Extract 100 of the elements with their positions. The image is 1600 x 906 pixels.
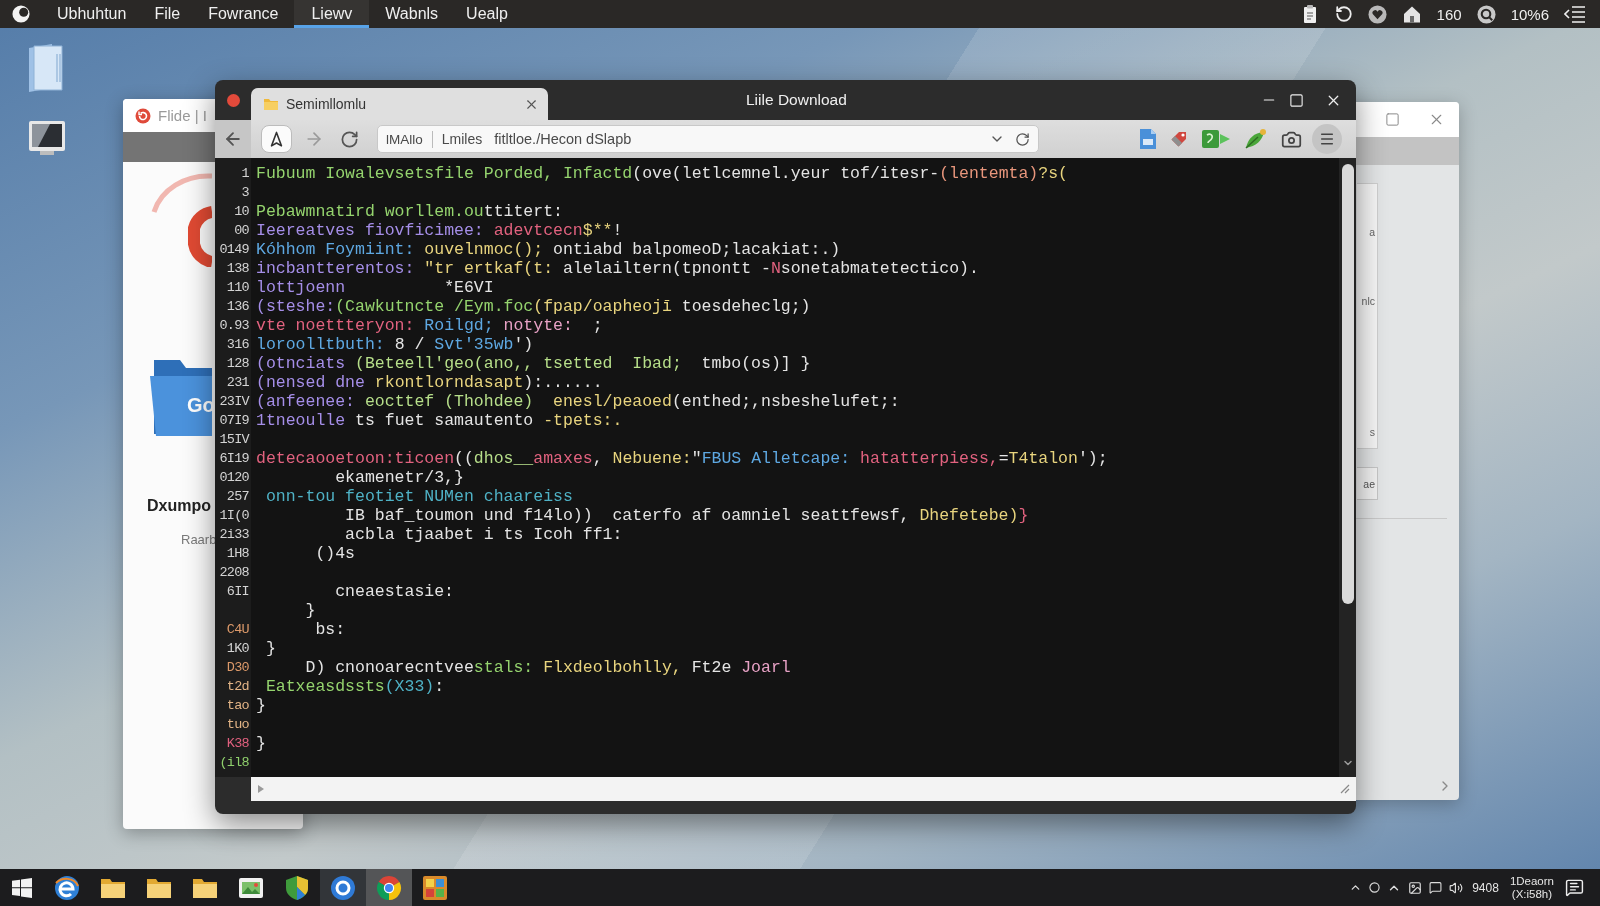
line-number: 110	[226, 279, 249, 297]
shield-icon	[284, 874, 310, 901]
line-number: (il8	[219, 754, 249, 772]
search-icon	[1476, 4, 1496, 24]
code-line: Fubuum Iowalevsetsfile Porded, Infactd(ove(letlcemnel.yeur tof/itesr-(lentemta)?s(	[256, 164, 1068, 183]
line-number: 07I9	[219, 412, 249, 430]
arc-icon	[150, 172, 212, 267]
tag-icon[interactable]	[1170, 130, 1188, 148]
code-line: D) cnonoarecntveestals: Flxdeolbohlly, Ft2e Joarl	[305, 658, 791, 677]
code-line: ekamenetr/3,}	[335, 468, 464, 487]
line-number: 1I(0	[219, 507, 249, 525]
line-number: tuo	[226, 716, 249, 734]
code-line: IB baf_toumon und f14lo)) caterfo af oamniel seattfewsf, Dhefetebe)}	[345, 506, 1029, 525]
line-number: tao	[226, 697, 249, 715]
line-number: K38	[226, 735, 249, 753]
line-number: 0149	[219, 241, 249, 259]
line-number: C4U	[226, 621, 249, 639]
code-line: }	[265, 639, 276, 658]
line-number: 3	[241, 184, 249, 202]
line-number: 1K0	[226, 640, 249, 658]
line-number: 231	[226, 374, 249, 392]
speaker-icon[interactable]	[1449, 880, 1464, 895]
panel-button[interactable]: ae	[1357, 467, 1378, 500]
tab-label: Semimllomlu	[286, 96, 367, 112]
caption: Raarb	[181, 532, 217, 547]
taskbar-button[interactable]	[320, 869, 366, 906]
window-title: Flide | I	[158, 107, 207, 124]
code-line: ()4s	[315, 544, 355, 563]
arrow-button[interactable]	[261, 125, 292, 153]
message-icon[interactable]	[1429, 881, 1443, 894]
line-number: 6II	[226, 583, 249, 601]
scrollbar[interactable]	[1339, 158, 1356, 777]
heading: Dxumpo	[147, 496, 211, 515]
circle-icon[interactable]	[1369, 882, 1381, 893]
code-line: (steshe:(Cawkutncte /Eym.foc(fpap/oapheojī toesdeheclg;)	[256, 297, 811, 316]
status-text: 160	[1436, 5, 1462, 23]
menu-button[interactable]	[1312, 124, 1342, 154]
menu-item[interactable]: Ubhuhtun	[45, 0, 139, 28]
back-icon[interactable]	[223, 129, 243, 149]
leaf-icon[interactable]	[1244, 128, 1268, 150]
panel-text: nlc	[1361, 294, 1375, 308]
document-icon[interactable]	[26, 42, 66, 94]
code-line: vte noettteryon: Roilgd; notyte: ;	[256, 316, 603, 335]
menu-item[interactable]: Uealp	[454, 0, 520, 28]
code-line: loroolltbuth: 8 / Svt'35wb')	[256, 335, 534, 354]
menu-icon	[1319, 131, 1335, 147]
menu-item[interactable]: Liewv	[294, 0, 370, 28]
color-wheel-icon	[376, 874, 402, 901]
code-line: (anfeenee: eocttef (Thohdee) enesl/peaoed(enthed;,nsbeshelufet;:	[256, 392, 900, 411]
close-dot-icon[interactable]	[226, 93, 240, 107]
resize-icon[interactable]	[1340, 784, 1350, 794]
scrollbar-thumb[interactable]	[1341, 164, 1354, 604]
panel-text: a	[1369, 225, 1375, 239]
code-line: (otnciats (Beteell'geo(ano,, tsetted Ibad; tmbo(os)] }	[256, 354, 811, 373]
line-number: t2d	[226, 678, 249, 696]
line-number: 136	[226, 298, 249, 316]
code-line: cneaestasie:	[335, 582, 455, 601]
line-number: 1H8	[226, 545, 249, 563]
image-icon[interactable]	[1408, 880, 1423, 895]
menu-item[interactable]: Fowrance	[196, 0, 291, 28]
code-line: }	[256, 734, 266, 753]
line-number: 0.93	[219, 317, 249, 335]
tray-text: 9408	[1472, 880, 1499, 895]
document-icon[interactable]	[1139, 128, 1157, 150]
arrow-icon	[268, 130, 285, 148]
monitor-icon[interactable]	[28, 120, 66, 156]
code-line: bs:	[315, 620, 346, 639]
status-text: 10%6	[1510, 5, 1549, 23]
menu-item[interactable]: File	[142, 0, 193, 28]
line-number: 0120	[219, 469, 249, 487]
sync-icon[interactable]	[1334, 5, 1353, 23]
line-number: 2208	[219, 564, 249, 582]
notification-icon[interactable]	[1565, 878, 1584, 897]
code-line: }	[305, 601, 316, 620]
code-line: lottjoenn *E6VI	[256, 278, 494, 297]
code-line: detecaooetoon:ticoen((dhos__amaxes, Nebuene:"FBUS Alletcape: hatatterpiess,=T4talon');	[256, 449, 1108, 468]
folder-icon	[263, 96, 279, 112]
browser-tab[interactable]: Semimllomlu	[251, 88, 548, 120]
code-line: acbla tjaabet i ts Icoh ff1:	[345, 525, 623, 544]
line-number: 23IV	[219, 393, 249, 411]
address-field[interactable]: lMAllo Lmiles fitltloe./Hecon dSlapb	[377, 125, 1039, 153]
code-line: Kóhhom Foymiint: ouvelnmoc(); ontiabd balpomeoD;lacakiat:.)	[256, 240, 841, 259]
line-number: 1	[241, 165, 249, 183]
clock[interactable]: 1Deaorn (X:i58h)	[1505, 874, 1558, 901]
menu-item[interactable]: Wabnls	[373, 0, 451, 28]
e-icon	[54, 874, 80, 901]
line-number: 10	[234, 203, 249, 221]
line-number: 2i33	[219, 526, 249, 544]
reload-icon[interactable]	[340, 129, 359, 149]
photo-icon	[238, 876, 264, 899]
play-box-icon[interactable]	[1201, 129, 1231, 149]
code-line: onn-tou feotiet NUMen chaareiss	[265, 487, 573, 506]
line-number: 15IV	[219, 431, 249, 449]
circle-icon	[330, 874, 356, 901]
code-line: Pebawmnatird worllem.outtitert:	[256, 202, 563, 221]
reload-icon[interactable]	[1015, 131, 1030, 147]
triangle-icon	[258, 785, 264, 793]
list-icon	[1564, 5, 1586, 23]
crescent-icon[interactable]	[12, 5, 30, 23]
folder-icon	[146, 876, 172, 899]
